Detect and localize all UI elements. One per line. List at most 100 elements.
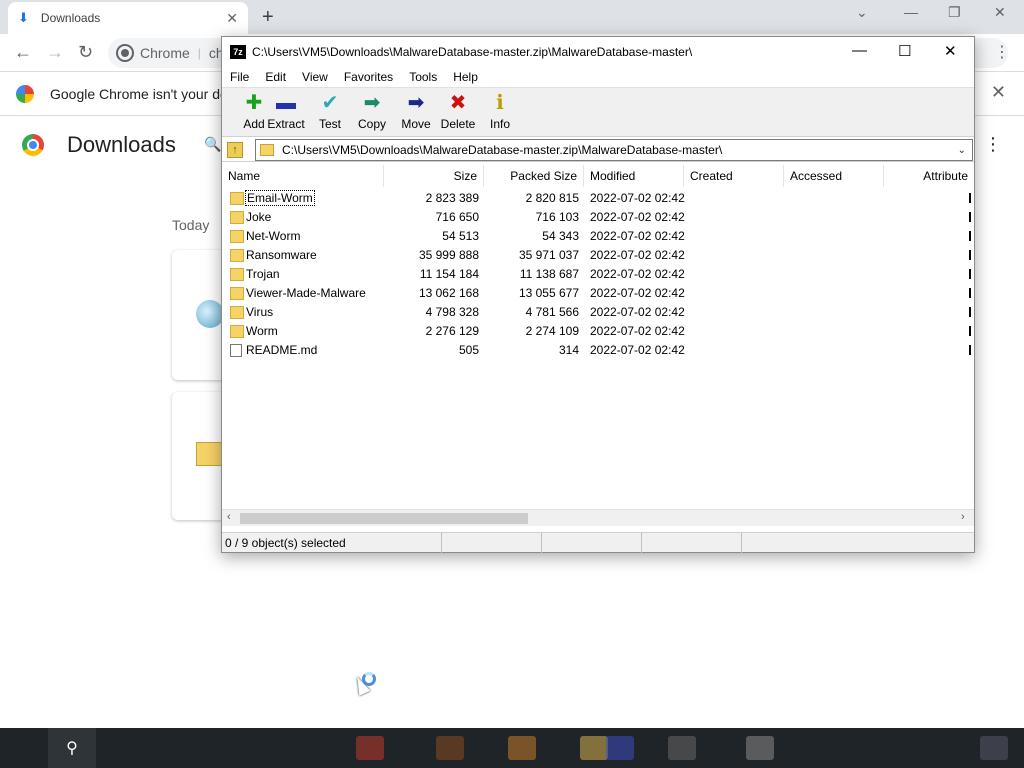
menu-edit[interactable]: Edit	[257, 70, 294, 84]
app-taskbar-icon[interactable]	[980, 736, 1008, 760]
menu-view[interactable]: View	[294, 70, 336, 84]
address-field[interactable]: C:\Users\VM5\Downloads\MalwareDatabase-m…	[255, 139, 973, 161]
scroll-left-icon[interactable]: ‹	[227, 511, 231, 523]
minimize-icon[interactable]: —	[852, 42, 867, 59]
app-taskbar-icon[interactable]	[746, 736, 774, 760]
folder-icon	[230, 306, 244, 319]
reload-icon[interactable]: ↻	[78, 42, 93, 63]
status-segment	[442, 532, 542, 553]
chevron-down-icon[interactable]: ⌄	[958, 145, 966, 156]
row-packed-size: 2 274 109	[525, 324, 579, 338]
column-created[interactable]: Created	[684, 165, 784, 187]
close-window-icon[interactable]: ✕	[994, 4, 1006, 21]
search-icon[interactable]: 🔍	[204, 136, 221, 153]
maximize-icon[interactable]: ☐	[898, 42, 911, 60]
table-row[interactable]: Worm 2 276 129 2 274 109 2022-07-02 02:42	[222, 322, 974, 341]
minimize-icon[interactable]: —	[904, 4, 918, 20]
column-size[interactable]: Size	[384, 165, 484, 187]
restore-icon[interactable]: ❐	[948, 4, 961, 21]
column-accessed[interactable]: Accessed	[784, 165, 884, 187]
row-size: 716 650	[435, 210, 479, 224]
check-icon: ✔	[321, 92, 339, 114]
close-infobar-icon[interactable]: ✕	[991, 82, 1006, 103]
copy-button[interactable]: ➡ Copy	[350, 92, 394, 131]
close-tab-icon[interactable]: ✕	[226, 10, 238, 27]
menu-favorites[interactable]: Favorites	[336, 70, 401, 84]
chrome-logo-icon	[22, 134, 44, 156]
folder-icon	[230, 268, 244, 281]
table-row[interactable]: Email-Worm 2 823 389 2 820 815 2022-07-02 0…	[222, 189, 974, 208]
move-button[interactable]: ➡ Move	[394, 92, 438, 131]
forward-icon[interactable]: →	[46, 42, 64, 63]
scrollbar-thumb[interactable]	[240, 513, 528, 524]
close-icon[interactable]: ✕	[944, 42, 957, 60]
folder-icon	[230, 325, 244, 338]
row-modified-cell: 2022-07-02 02:42	[590, 322, 685, 341]
row-name: Email-Worm	[245, 190, 315, 206]
row-size-cell: 4 798 328	[382, 303, 479, 322]
horizontal-scrollbar[interactable]: ‹ ›	[222, 509, 974, 526]
test-label: Test	[318, 117, 341, 131]
table-row[interactable]: README.md 505 314 2022-07-02 02:42	[222, 341, 974, 360]
row-size-cell: 2 276 129	[382, 322, 479, 341]
move-label: Move	[401, 117, 431, 131]
taskbar-search-icon[interactable]: ⚲	[48, 728, 96, 768]
test-button[interactable]: ✔ Test	[308, 92, 352, 131]
chrome-taskbar-icon[interactable]	[356, 736, 384, 760]
info-button[interactable]: ℹ Info	[478, 92, 522, 131]
row-modified: 2022-07-02 02:42	[590, 324, 685, 338]
table-row[interactable]: Trojan 11 154 184 11 138 687 2022-07-02 02:…	[222, 265, 974, 284]
menu-tools[interactable]: Tools	[401, 70, 445, 84]
new-tab-button[interactable]: +	[262, 6, 274, 29]
row-size: 54 513	[442, 229, 479, 243]
table-row[interactable]: Joke 716 650 716 103 2022-07-02 02:42	[222, 208, 974, 227]
table-row[interactable]: Net-Worm 54 513 54 343 2022-07-02 02:42	[222, 227, 974, 246]
downloads-menu-icon[interactable]: ⋮	[984, 134, 1002, 155]
status-segment	[542, 532, 642, 553]
table-row[interactable]: Ransomware 35 999 888 35 971 037 2022-07-02…	[222, 246, 974, 265]
address-bar: ↑ C:\Users\VM5\Downloads\MalwareDatabase…	[222, 138, 974, 162]
back-icon[interactable]: ←	[14, 42, 32, 63]
row-name-cell: Net-Worm	[246, 227, 300, 246]
column-modified[interactable]: Modified	[584, 165, 684, 187]
row-name: Net-Worm	[246, 229, 301, 243]
tab-title: Downloads	[40, 11, 101, 25]
app-taskbar-icon[interactable]	[668, 736, 696, 760]
table-row[interactable]: Viewer-Made-Malware 13 062 168 13 055 677 2…	[222, 284, 974, 303]
menu-file[interactable]: File	[222, 70, 257, 84]
busy-spinner-icon	[362, 672, 376, 686]
copy-label: Copy	[357, 117, 386, 131]
row-size: 2 276 129	[425, 324, 479, 338]
folder-up-icon[interactable]: ↑	[227, 142, 243, 158]
row-size: 2 823 389	[425, 191, 479, 205]
tab-downloads[interactable]: ⬇ Downloads ✕	[8, 2, 248, 34]
scroll-right-icon[interactable]: ›	[961, 511, 965, 523]
delete-button[interactable]: ✖ Delete	[436, 92, 480, 131]
row-modified: 2022-07-02 02:42	[590, 210, 685, 224]
app-taskbar-icon[interactable]	[436, 736, 464, 760]
table-row[interactable]: Virus 4 798 328 4 781 566 2022-07-02 02:42	[222, 303, 974, 322]
row-size-cell: 13 062 168	[382, 284, 479, 303]
row-modified: 2022-07-02 02:42	[590, 343, 685, 357]
row-packed-size-cell: 716 103	[482, 208, 579, 227]
tab-search-icon[interactable]: ⌄	[856, 4, 868, 21]
folder-taskbar-icon[interactable]	[580, 736, 608, 760]
column-attribute[interactable]: Attribute	[884, 165, 974, 187]
omnibox-separator: |	[197, 46, 201, 60]
extract-button[interactable]: ▬ Extract	[264, 92, 308, 131]
row-name-cell: Virus	[246, 303, 273, 322]
sevenzip-window: 7z C:\Users\VM5\Downloads\MalwareDatabas…	[221, 36, 975, 553]
sevenzip-taskbar-icon[interactable]	[606, 736, 634, 760]
row-modified-cell: 2022-07-02 02:42	[590, 341, 685, 360]
row-packed-size-cell: 13 055 677	[482, 284, 579, 303]
row-size-cell: 505	[382, 341, 479, 360]
column-packed-size[interactable]: Packed Size	[484, 165, 584, 187]
row-name: Worm	[246, 324, 278, 338]
address-text: C:\Users\VM5\Downloads\MalwareDatabase-m…	[282, 143, 723, 157]
chrome-menu-icon[interactable]: ⋮	[994, 42, 1010, 62]
minus-icon: ▬	[276, 92, 296, 114]
app-taskbar-icon[interactable]	[508, 736, 536, 760]
menu-help[interactable]: Help	[445, 70, 486, 84]
sevenzip-titlebar[interactable]: 7z C:\Users\VM5\Downloads\MalwareDatabas…	[222, 37, 974, 67]
column-name[interactable]: Name	[222, 165, 384, 187]
